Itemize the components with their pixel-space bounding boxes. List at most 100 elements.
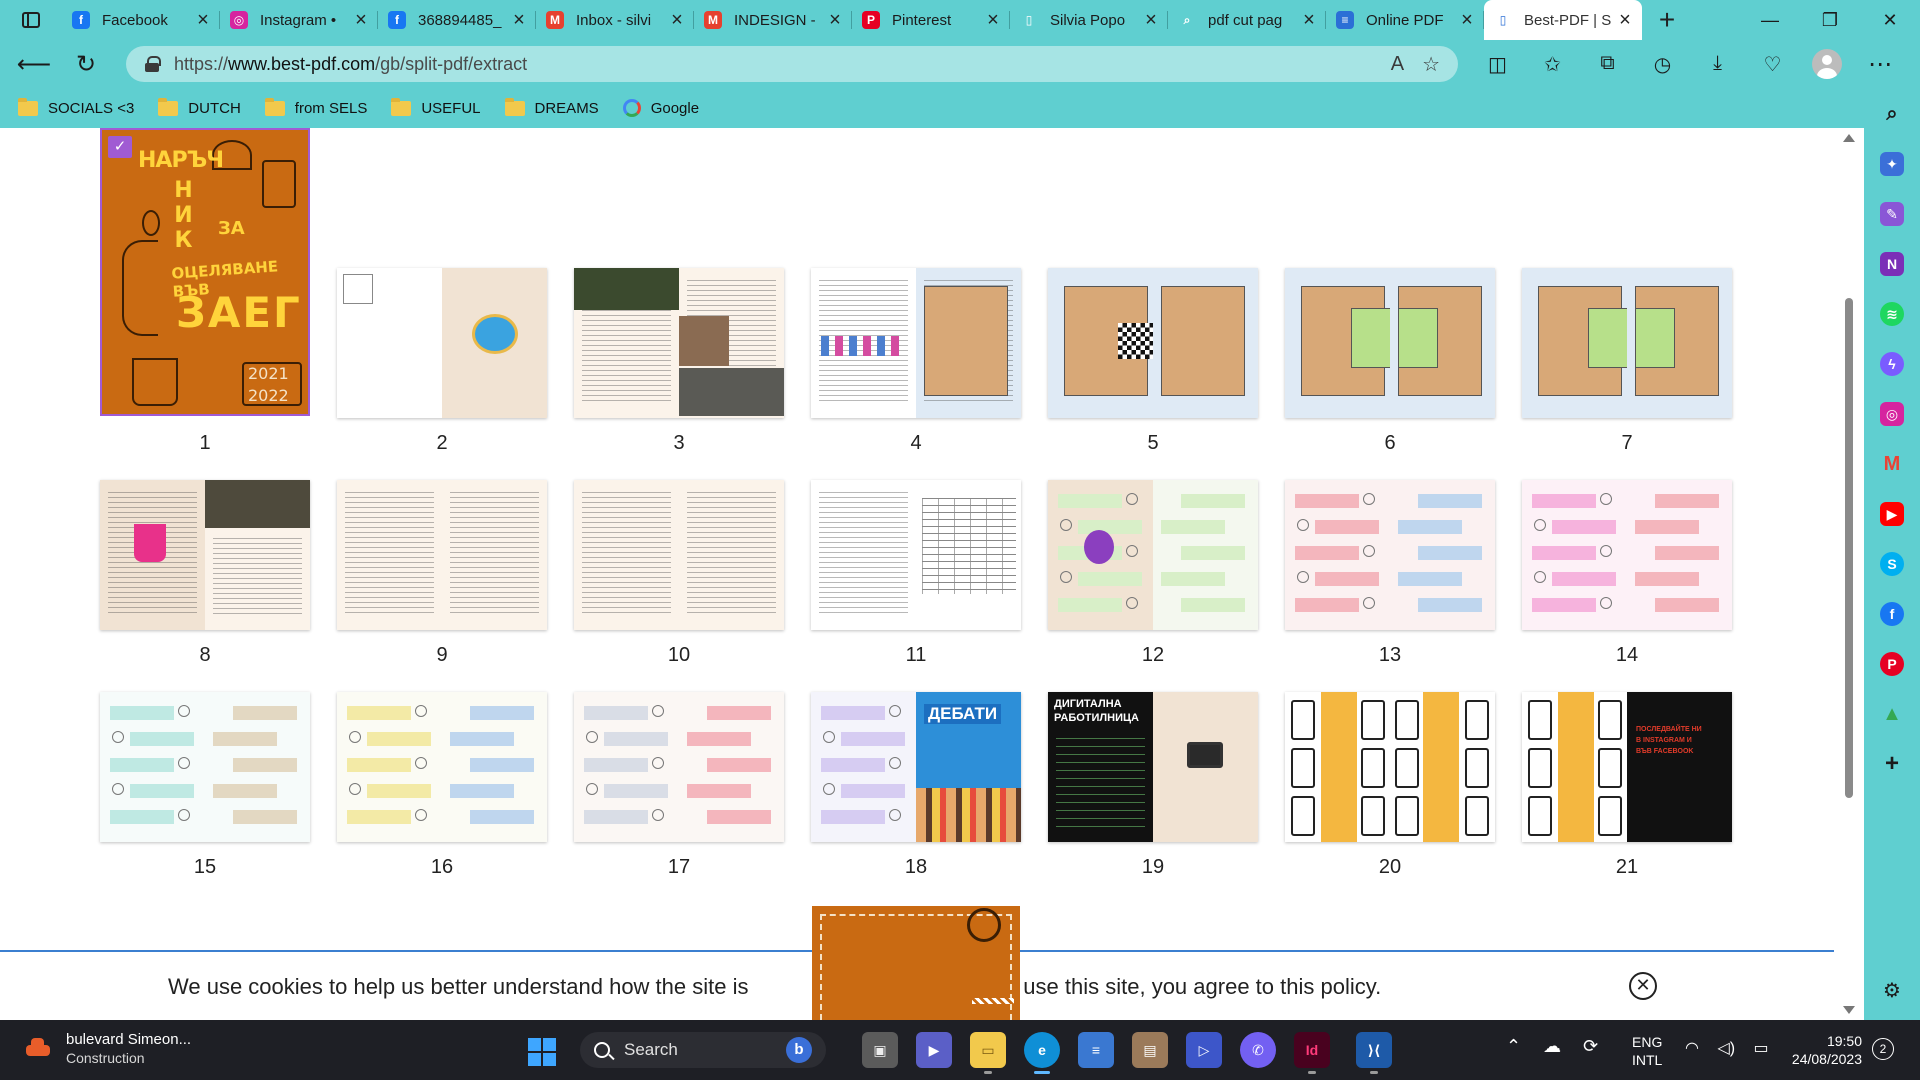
task-view-icon[interactable]: ▣	[862, 1032, 898, 1068]
page-thumbnail-21[interactable]: ПОСЛЕДВАЙТЕ НИ В INSTAGRAM И ВЪВ FACEBOOK	[1522, 692, 1732, 842]
page-thumbnail-19[interactable]: ДИГИТАЛНА РАБОТИЛНИЦА	[1048, 692, 1258, 842]
pinterest-icon[interactable]: P	[1880, 652, 1904, 676]
tray-overflow-icon[interactable]: ⌃	[1506, 1036, 1521, 1057]
page-thumbnail-12[interactable]	[1048, 480, 1258, 630]
indesign-icon[interactable]: Id	[1294, 1032, 1330, 1074]
favorites-icon[interactable]: ✩	[1525, 52, 1580, 77]
history-icon[interactable]: ◷	[1635, 52, 1690, 77]
page-thumbnail-17[interactable]	[574, 692, 784, 842]
browser-tab[interactable]: M Inbox - silvi ×	[536, 0, 694, 40]
sidebar-search-icon[interactable]: ⌕	[1880, 102, 1904, 126]
tab-actions-button[interactable]	[0, 0, 62, 40]
viber-icon[interactable]: ✆	[1240, 1032, 1276, 1068]
spotify-icon[interactable]: ≋	[1880, 302, 1904, 326]
scrollbar-thumb[interactable]	[1845, 298, 1853, 798]
close-window-button[interactable]: ✕	[1860, 10, 1920, 31]
selected-check-icon[interactable]: ✓	[108, 136, 132, 158]
browser-tab[interactable]: M INDESIGN - ×	[694, 0, 852, 40]
page-thumbnail-18[interactable]: ДЕБАТИ	[811, 692, 1021, 842]
browser-tab[interactable]: f 368894485_ ×	[378, 0, 536, 40]
sidebar-settings-icon[interactable]: ⚙	[1880, 978, 1904, 1002]
facebook-icon[interactable]: f	[1880, 602, 1904, 626]
photos-icon[interactable]: ▤	[1132, 1032, 1168, 1068]
close-tab-icon[interactable]: ×	[984, 9, 1002, 32]
page-thumbnail-10[interactable]	[574, 480, 784, 630]
notification-badge[interactable]: 2	[1872, 1038, 1894, 1060]
close-tab-icon[interactable]: ×	[510, 9, 528, 32]
close-tab-icon[interactable]: ×	[1142, 9, 1160, 32]
page-thumbnail-3[interactable]	[574, 268, 784, 418]
page-thumbnail-11[interactable]	[811, 480, 1021, 630]
google-drive-icon[interactable]: ▲	[1880, 702, 1904, 726]
read-aloud-icon[interactable]: A	[1391, 53, 1404, 76]
notepad-icon[interactable]: ≡	[1078, 1032, 1114, 1068]
page-thumbnail-22-overlay[interactable]	[812, 906, 1020, 1020]
vscode-icon[interactable]: ⟩⟨	[1356, 1032, 1392, 1074]
favorite-google[interactable]: Google	[622, 99, 699, 117]
refresh-button[interactable]: ↻	[60, 50, 112, 79]
teams-chat-icon[interactable]: ▶	[916, 1032, 952, 1068]
minimize-button[interactable]: —	[1740, 10, 1800, 31]
page-thumbnail-5[interactable]	[1048, 268, 1258, 418]
scroll-down-arrow[interactable]	[1843, 1006, 1855, 1014]
browser-tab[interactable]: ≡ Online PDF ×	[1326, 0, 1484, 40]
messenger-icon[interactable]: ϟ	[1880, 352, 1904, 376]
split-screen-icon[interactable]: ◫	[1470, 52, 1525, 77]
weather-widget[interactable]: bulevard Simeon... Construction	[22, 1030, 191, 1068]
performance-icon[interactable]: ♡	[1745, 52, 1800, 77]
page-scrollbar[interactable]	[1834, 128, 1864, 1020]
page-thumbnail-8[interactable]	[100, 480, 310, 630]
page-thumbnail-13[interactable]	[1285, 480, 1495, 630]
close-tab-icon[interactable]: ×	[1458, 9, 1476, 32]
file-explorer-icon[interactable]: ▭	[970, 1032, 1006, 1074]
start-button[interactable]	[528, 1038, 556, 1066]
copilot-icon[interactable]: ✦	[1880, 152, 1904, 176]
browser-tab[interactable]: ▯ Silvia Popo ×	[1010, 0, 1168, 40]
favorite-folder-dutch[interactable]: DUTCH	[158, 97, 241, 117]
browser-tab[interactable]: ▯ Best-PDF | S ×	[1484, 0, 1642, 40]
close-tab-icon[interactable]: ×	[1616, 9, 1634, 32]
favorite-folder-useful[interactable]: USEFUL	[391, 97, 481, 117]
close-tab-icon[interactable]: ×	[352, 9, 370, 32]
page-thumbnail-14[interactable]	[1522, 480, 1732, 630]
favorite-folder-socials[interactable]: SOCIALS <3	[18, 97, 134, 117]
address-bar[interactable]: https://www.best-pdf.com/gb/split-pdf/ex…	[126, 46, 1458, 82]
favorite-folder-from-sels[interactable]: from SELS	[264, 97, 367, 117]
favorite-star-icon[interactable]: ☆	[1422, 52, 1440, 77]
taskbar-search[interactable]: Search b	[580, 1032, 826, 1068]
cookie-close-button[interactable]: ✕	[1629, 972, 1657, 1000]
back-button[interactable]: ⟵	[8, 50, 60, 79]
profile-avatar[interactable]	[1812, 49, 1842, 79]
gmail-icon[interactable]: M	[1880, 452, 1904, 476]
add-sidebar-app-icon[interactable]: +	[1880, 750, 1904, 777]
page-thumbnail-20[interactable]	[1285, 692, 1495, 842]
restore-button[interactable]: ❐	[1800, 10, 1860, 31]
collections-icon[interactable]: ⧉	[1580, 52, 1635, 77]
page-thumbnail-15[interactable]	[100, 692, 310, 842]
page-thumbnail-4[interactable]	[811, 268, 1021, 418]
close-tab-icon[interactable]: ×	[194, 9, 212, 32]
sync-icon[interactable]: ⟳	[1583, 1036, 1598, 1057]
page-thumbnail-1[interactable]: ✓ НАРЪЧ НИК ЗА ОЦЕЛЯВАНЕ ВЪВ ЗАЕГ 2021 2…	[100, 128, 310, 416]
favorite-folder-dreams[interactable]: DREAMS	[504, 97, 599, 117]
close-tab-icon[interactable]: ×	[1300, 9, 1318, 32]
downloads-icon[interactable]: ⤓	[1690, 52, 1745, 77]
skype-icon[interactable]: S	[1880, 552, 1904, 576]
close-tab-icon[interactable]: ×	[826, 9, 844, 32]
page-thumbnail-9[interactable]	[337, 480, 547, 630]
edge-browser-icon[interactable]: e	[1024, 1032, 1060, 1074]
language-indicator[interactable]: ENG INTL	[1632, 1033, 1662, 1069]
quick-settings[interactable]: ◠ ◁) ▭	[1685, 1038, 1783, 1058]
media-player-icon[interactable]: ▷	[1186, 1032, 1222, 1068]
page-thumbnail-6[interactable]	[1285, 268, 1495, 418]
new-tab-button[interactable]: +	[1642, 4, 1692, 36]
tools-icon[interactable]: ✎	[1880, 202, 1904, 226]
page-thumbnail-2[interactable]	[337, 268, 547, 418]
onenote-icon[interactable]: N	[1880, 252, 1904, 276]
onedrive-icon[interactable]: ☁	[1543, 1036, 1561, 1057]
instagram-icon[interactable]: ◎	[1880, 402, 1904, 426]
clock[interactable]: 19:50 24/08/2023	[1778, 1032, 1862, 1068]
close-tab-icon[interactable]: ×	[668, 9, 686, 32]
browser-tab[interactable]: ⌕ pdf cut pag ×	[1168, 0, 1326, 40]
page-thumbnail-16[interactable]	[337, 692, 547, 842]
